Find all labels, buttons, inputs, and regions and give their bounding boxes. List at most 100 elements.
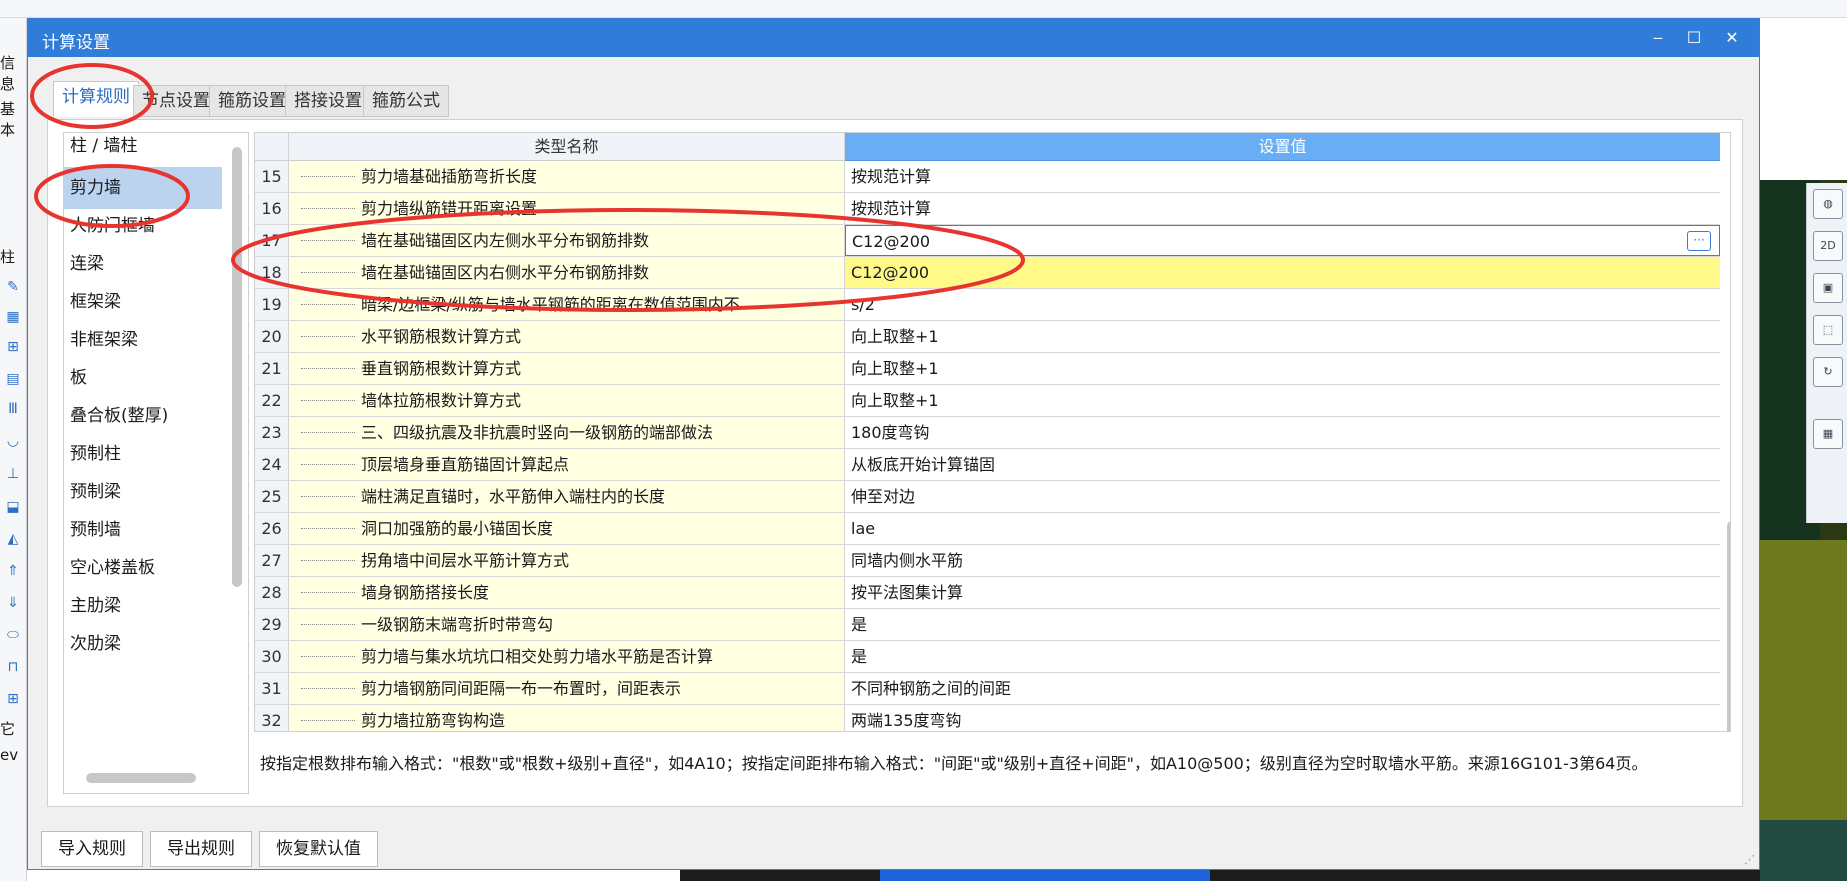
setting-value-cell[interactable]: C12@200 <box>845 257 1720 288</box>
setting-value-cell[interactable]: 不同种钢筋之间的间距 <box>845 673 1720 704</box>
setting-value-cell[interactable]: 按规范计算 <box>845 193 1720 224</box>
list-item-selected[interactable]: 剪力墙 <box>64 167 222 209</box>
setting-value-cell[interactable]: 向上取整+1 <box>845 353 1720 384</box>
setting-value-cell[interactable]: 同墙内侧水平筋 <box>845 545 1720 576</box>
setting-value-cell[interactable]: 是 <box>845 609 1720 640</box>
grid-icon[interactable]: ▦ <box>2 306 24 328</box>
resize-grip-icon[interactable]: ⋰ <box>1744 853 1755 866</box>
dialog-titlebar[interactable]: 计算设置 ‒ ☐ ✕ <box>28 19 1759 57</box>
cube-icon[interactable]: ▣ <box>1813 273 1843 303</box>
columns-icon[interactable]: Ⅲ <box>2 398 24 420</box>
arc-icon[interactable]: ◡ <box>2 430 24 452</box>
rule-name-cell: 三、四级抗震及非抗震时竖向一级钢筋的端部做法 <box>289 417 845 448</box>
row-number: 21 <box>255 353 289 384</box>
list-item[interactable]: 非框架梁 <box>64 319 222 361</box>
component-category-list[interactable]: 柱 / 墙柱 剪力墙 人防门框墙 连梁 框架梁 非框架梁 板 叠合板(整厚) 预… <box>63 132 249 794</box>
table-row[interactable]: 31 剪力墙钢筋同间距隔一布一布置时，间距表示 不同种钢筋之间的间距 <box>255 673 1720 705</box>
table-row[interactable]: 28 墙身钢筋搭接长度 按平法图集计算 <box>255 577 1720 609</box>
tab-stirrup-formula[interactable]: 箍筋公式 <box>363 85 449 117</box>
list-item[interactable]: 预制墙 <box>64 509 222 551</box>
list-item[interactable]: 预制柱 <box>64 433 222 475</box>
list-item[interactable]: 主肋梁 <box>64 585 222 627</box>
table-row[interactable]: 32 剪力墙拉筋弯钩构造 两端135度弯钩 <box>255 705 1720 731</box>
category-list-horizontal-scrollbar[interactable] <box>86 773 196 783</box>
block-icon[interactable]: ⬓ <box>2 496 24 518</box>
rule-name-text: 剪力墙纵筋错开距离设置 <box>361 199 538 218</box>
table-row[interactable]: 26 洞口加强筋的最小锚固长度 lae <box>255 513 1720 545</box>
setting-value-cell[interactable]: C12@200 ··· <box>845 225 1720 256</box>
table-row[interactable]: 25 端柱满足直锚时，水平筋伸入端柱内的长度 伸至对边 <box>255 481 1720 513</box>
stairs-icon[interactable]: ⊥ <box>2 463 24 485</box>
table-vertical-scrollbar[interactable] <box>1727 521 1730 731</box>
category-list-vertical-scrollbar[interactable] <box>232 147 242 587</box>
table-row[interactable]: 18 墙在基础锚固区内右侧水平分布钢筋排数 C12@200 <box>255 257 1720 289</box>
import-rules-button[interactable]: 导入规则 <box>41 831 143 867</box>
table-row[interactable]: 17 墙在基础锚固区内左侧水平分布钢筋排数 C12@200 ··· <box>255 225 1720 257</box>
rule-name-text: 三、四级抗震及非抗震时竖向一级钢筋的端部做法 <box>361 423 714 442</box>
setting-value-text: 180度弯钩 <box>851 423 930 442</box>
setting-value-cell[interactable]: 从板底开始计算锚固 <box>845 449 1720 480</box>
disc-icon[interactable]: ⬭ <box>2 624 24 646</box>
row-number: 28 <box>255 577 289 608</box>
list-item[interactable]: 柱 / 墙柱 <box>64 133 222 167</box>
setting-value-cell[interactable]: lae <box>845 513 1720 544</box>
setting-value-cell[interactable]: 180度弯钩 <box>845 417 1720 448</box>
tab-stirrup-settings[interactable]: 箍筋设置 <box>209 85 295 117</box>
table-row[interactable]: 15 剪力墙基础插筋弯折长度 按规范计算 <box>255 161 1720 193</box>
table-row[interactable]: 20 水平钢筋根数计算方式 向上取整+1 <box>255 321 1720 353</box>
ellipsis-button[interactable]: ··· <box>1687 231 1711 251</box>
slope-icon[interactable]: ◭ <box>2 528 24 550</box>
grid-small-icon[interactable]: ⊞ <box>2 688 24 710</box>
list-item[interactable]: 预制梁 <box>64 471 222 513</box>
list-item[interactable]: 框架梁 <box>64 281 222 323</box>
setting-value-cell[interactable]: 向上取整+1 <box>845 385 1720 416</box>
tab-node-settings[interactable]: 节点设置 <box>133 85 219 117</box>
tab-calculation-rules[interactable]: 计算规则 <box>53 81 139 117</box>
list-item[interactable]: 板 <box>64 357 222 399</box>
table-icon[interactable]: ⊓ <box>2 656 24 678</box>
setting-value-cell[interactable]: 是 <box>845 641 1720 672</box>
arrow-up-icon[interactable]: ⇑ <box>2 560 24 582</box>
setting-value-cell[interactable]: 按平法图集计算 <box>845 577 1720 608</box>
arrow-down-icon[interactable]: ⇓ <box>2 592 24 614</box>
list-item[interactable]: 叠合板(整厚) <box>64 395 222 437</box>
pencil-icon[interactable]: ✎ <box>2 276 24 298</box>
cross-box-icon[interactable]: ⊞ <box>2 336 24 358</box>
setting-value-cell[interactable]: 伸至对边 <box>845 481 1720 512</box>
restore-defaults-button[interactable]: 恢复默认值 <box>259 831 378 867</box>
table-row[interactable]: 27 拐角墙中间层水平筋计算方式 同墙内侧水平筋 <box>255 545 1720 577</box>
globe-icon[interactable]: ◍ <box>1813 189 1843 219</box>
grid-view-icon[interactable]: ▦ <box>1813 419 1843 449</box>
rule-name-text: 拐角墙中间层水平筋计算方式 <box>361 551 570 570</box>
table-row[interactable]: 21 垂直钢筋根数计算方式 向上取整+1 <box>255 353 1720 385</box>
list-item[interactable]: 连梁 <box>64 243 222 285</box>
table-row[interactable]: 19 暗梁/边框梁/纵筋与墙水平钢筋的距离在数值范围内不 s/2 <box>255 289 1720 321</box>
setting-value-cell[interactable]: s/2 <box>845 289 1720 320</box>
setting-value-cell[interactable]: 向上取整+1 <box>845 321 1720 352</box>
list-item[interactable]: 空心楼盖板 <box>64 547 222 589</box>
box-outline-icon[interactable]: ⬚ <box>1813 315 1843 345</box>
tab-lap-settings[interactable]: 搭接设置 <box>285 85 371 117</box>
export-rules-button[interactable]: 导出规则 <box>150 831 252 867</box>
tree-connector <box>301 720 355 721</box>
rotate-icon[interactable]: ↻ <box>1813 357 1843 387</box>
tree-connector <box>301 240 355 241</box>
table-row[interactable]: 16 剪力墙纵筋错开距离设置 按规范计算 <box>255 193 1720 225</box>
table-row[interactable]: 24 顶层墙身垂直筋锚固计算起点 从板底开始计算锚固 <box>255 449 1720 481</box>
table-row[interactable]: 23 三、四级抗震及非抗震时竖向一级钢筋的端部做法 180度弯钩 <box>255 417 1720 449</box>
view-2d-button[interactable]: 2D <box>1813 231 1843 261</box>
setting-value-text: 不同种钢筋之间的间距 <box>851 679 1012 698</box>
setting-value-cell[interactable]: 两端135度弯钩 <box>845 705 1720 731</box>
rule-name-text: 洞口加强筋的最小锚固长度 <box>361 519 554 538</box>
rule-name-text: 端柱满足直锚时，水平筋伸入端柱内的长度 <box>361 487 666 506</box>
maximize-icon[interactable]: ☐ <box>1674 23 1714 53</box>
table-row[interactable]: 30 剪力墙与集水坑坑口相交处剪力墙水平筋是否计算 是 <box>255 641 1720 673</box>
minimize-icon[interactable]: ‒ <box>1638 23 1678 53</box>
table-row[interactable]: 22 墙体拉筋根数计算方式 向上取整+1 <box>255 385 1720 417</box>
close-icon[interactable]: ✕ <box>1712 23 1752 53</box>
table-row[interactable]: 29 一级钢筋末端弯折时带弯勾 是 <box>255 609 1720 641</box>
list-item[interactable]: 次肋梁 <box>64 623 222 665</box>
setting-value-cell[interactable]: 按规范计算 <box>845 161 1720 192</box>
window-icon[interactable]: ▤ <box>2 368 24 390</box>
list-item[interactable]: 人防门框墙 <box>64 205 222 247</box>
